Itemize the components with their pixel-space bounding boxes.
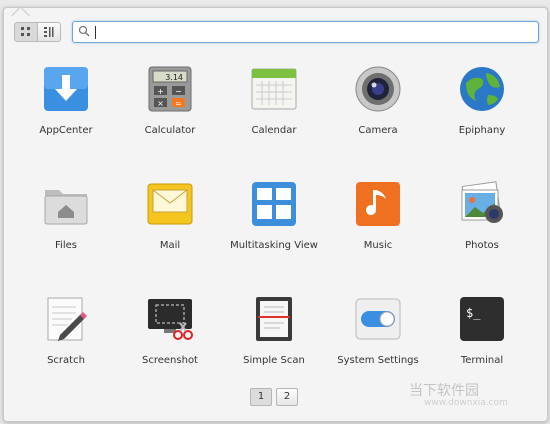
calculator-icon: 3.14 + − × = [148, 66, 192, 112]
settings-icon [355, 298, 401, 340]
app-label: Simple Scan [243, 355, 305, 366]
app-label: Mail [159, 240, 181, 251]
app-scratch[interactable]: Scratch [14, 295, 118, 366]
app-epiphany[interactable]: Epiphany [430, 65, 534, 136]
page-1-button[interactable]: 1 [250, 388, 272, 406]
view-switcher [14, 22, 61, 42]
app-multitasking-view[interactable]: Multitasking View [222, 180, 326, 251]
app-label: Scratch [47, 355, 85, 366]
screenshot-icon [148, 299, 193, 340]
app-system-settings[interactable]: System Settings [326, 295, 430, 366]
app-simple-scan[interactable]: Simple Scan [222, 295, 326, 366]
mail-icon [147, 183, 193, 225]
app-label: Calculator [144, 125, 196, 136]
appcenter-icon [44, 67, 88, 111]
app-launcher-panel: AppCenter 3.14 + − × = Calculator Calend… [3, 6, 548, 422]
simple-scan-icon [256, 297, 292, 341]
app-label: AppCenter [39, 125, 93, 136]
app-label: Photos [465, 240, 499, 251]
search-icon [78, 25, 90, 37]
camera-icon [355, 66, 401, 112]
photos-icon [461, 181, 503, 223]
watermark-url: www.downxia.com [424, 398, 508, 408]
page-2-button[interactable]: 2 [276, 388, 298, 406]
app-screenshot[interactable]: Screenshot [118, 295, 222, 366]
app-calendar[interactable]: Calendar [222, 65, 326, 136]
grid-icon [21, 27, 30, 36]
app-label: Screenshot [142, 355, 198, 366]
app-photos[interactable]: Photos [430, 180, 534, 251]
app-mail[interactable]: Mail [118, 180, 222, 251]
app-music[interactable]: Music [326, 180, 430, 251]
scratch-icon [47, 297, 87, 341]
files-icon [44, 190, 88, 225]
calculator-display: 3.14 [165, 73, 183, 82]
svg-text:×: × [157, 99, 164, 108]
app-label: Calendar [251, 125, 297, 136]
calendar-icon [251, 68, 297, 110]
epiphany-icon [460, 67, 504, 111]
app-camera[interactable]: Camera [326, 65, 430, 136]
terminal-prompt: $_ [466, 306, 481, 320]
app-calculator[interactable]: 3.14 + − × = Calculator [118, 65, 222, 136]
grid-view-button[interactable] [14, 22, 38, 42]
list-icon [44, 27, 54, 37]
app-label: Epiphany [458, 125, 506, 136]
app-label: Music [363, 240, 393, 251]
app-appcenter[interactable]: AppCenter [14, 65, 118, 136]
svg-text:=: = [175, 99, 182, 108]
terminal-icon: $_ [460, 297, 504, 341]
app-terminal[interactable]: $_ Terminal [430, 295, 534, 366]
svg-text:−: − [175, 87, 182, 96]
app-files[interactable]: Files [14, 180, 118, 251]
app-label: Files [55, 240, 77, 251]
app-label: Camera [358, 125, 398, 136]
text-cursor [95, 26, 96, 39]
app-label: Multitasking View [230, 240, 318, 251]
search-input[interactable] [72, 21, 539, 43]
music-icon [356, 182, 400, 226]
page-switcher: 1 2 [250, 388, 298, 406]
svg-text:+: + [157, 87, 164, 96]
app-label: System Settings [337, 355, 419, 366]
category-view-button[interactable] [38, 22, 61, 42]
watermark-brand: 当下软件园 [409, 383, 479, 399]
app-label: Terminal [460, 355, 504, 366]
multitasking-icon [252, 182, 296, 226]
